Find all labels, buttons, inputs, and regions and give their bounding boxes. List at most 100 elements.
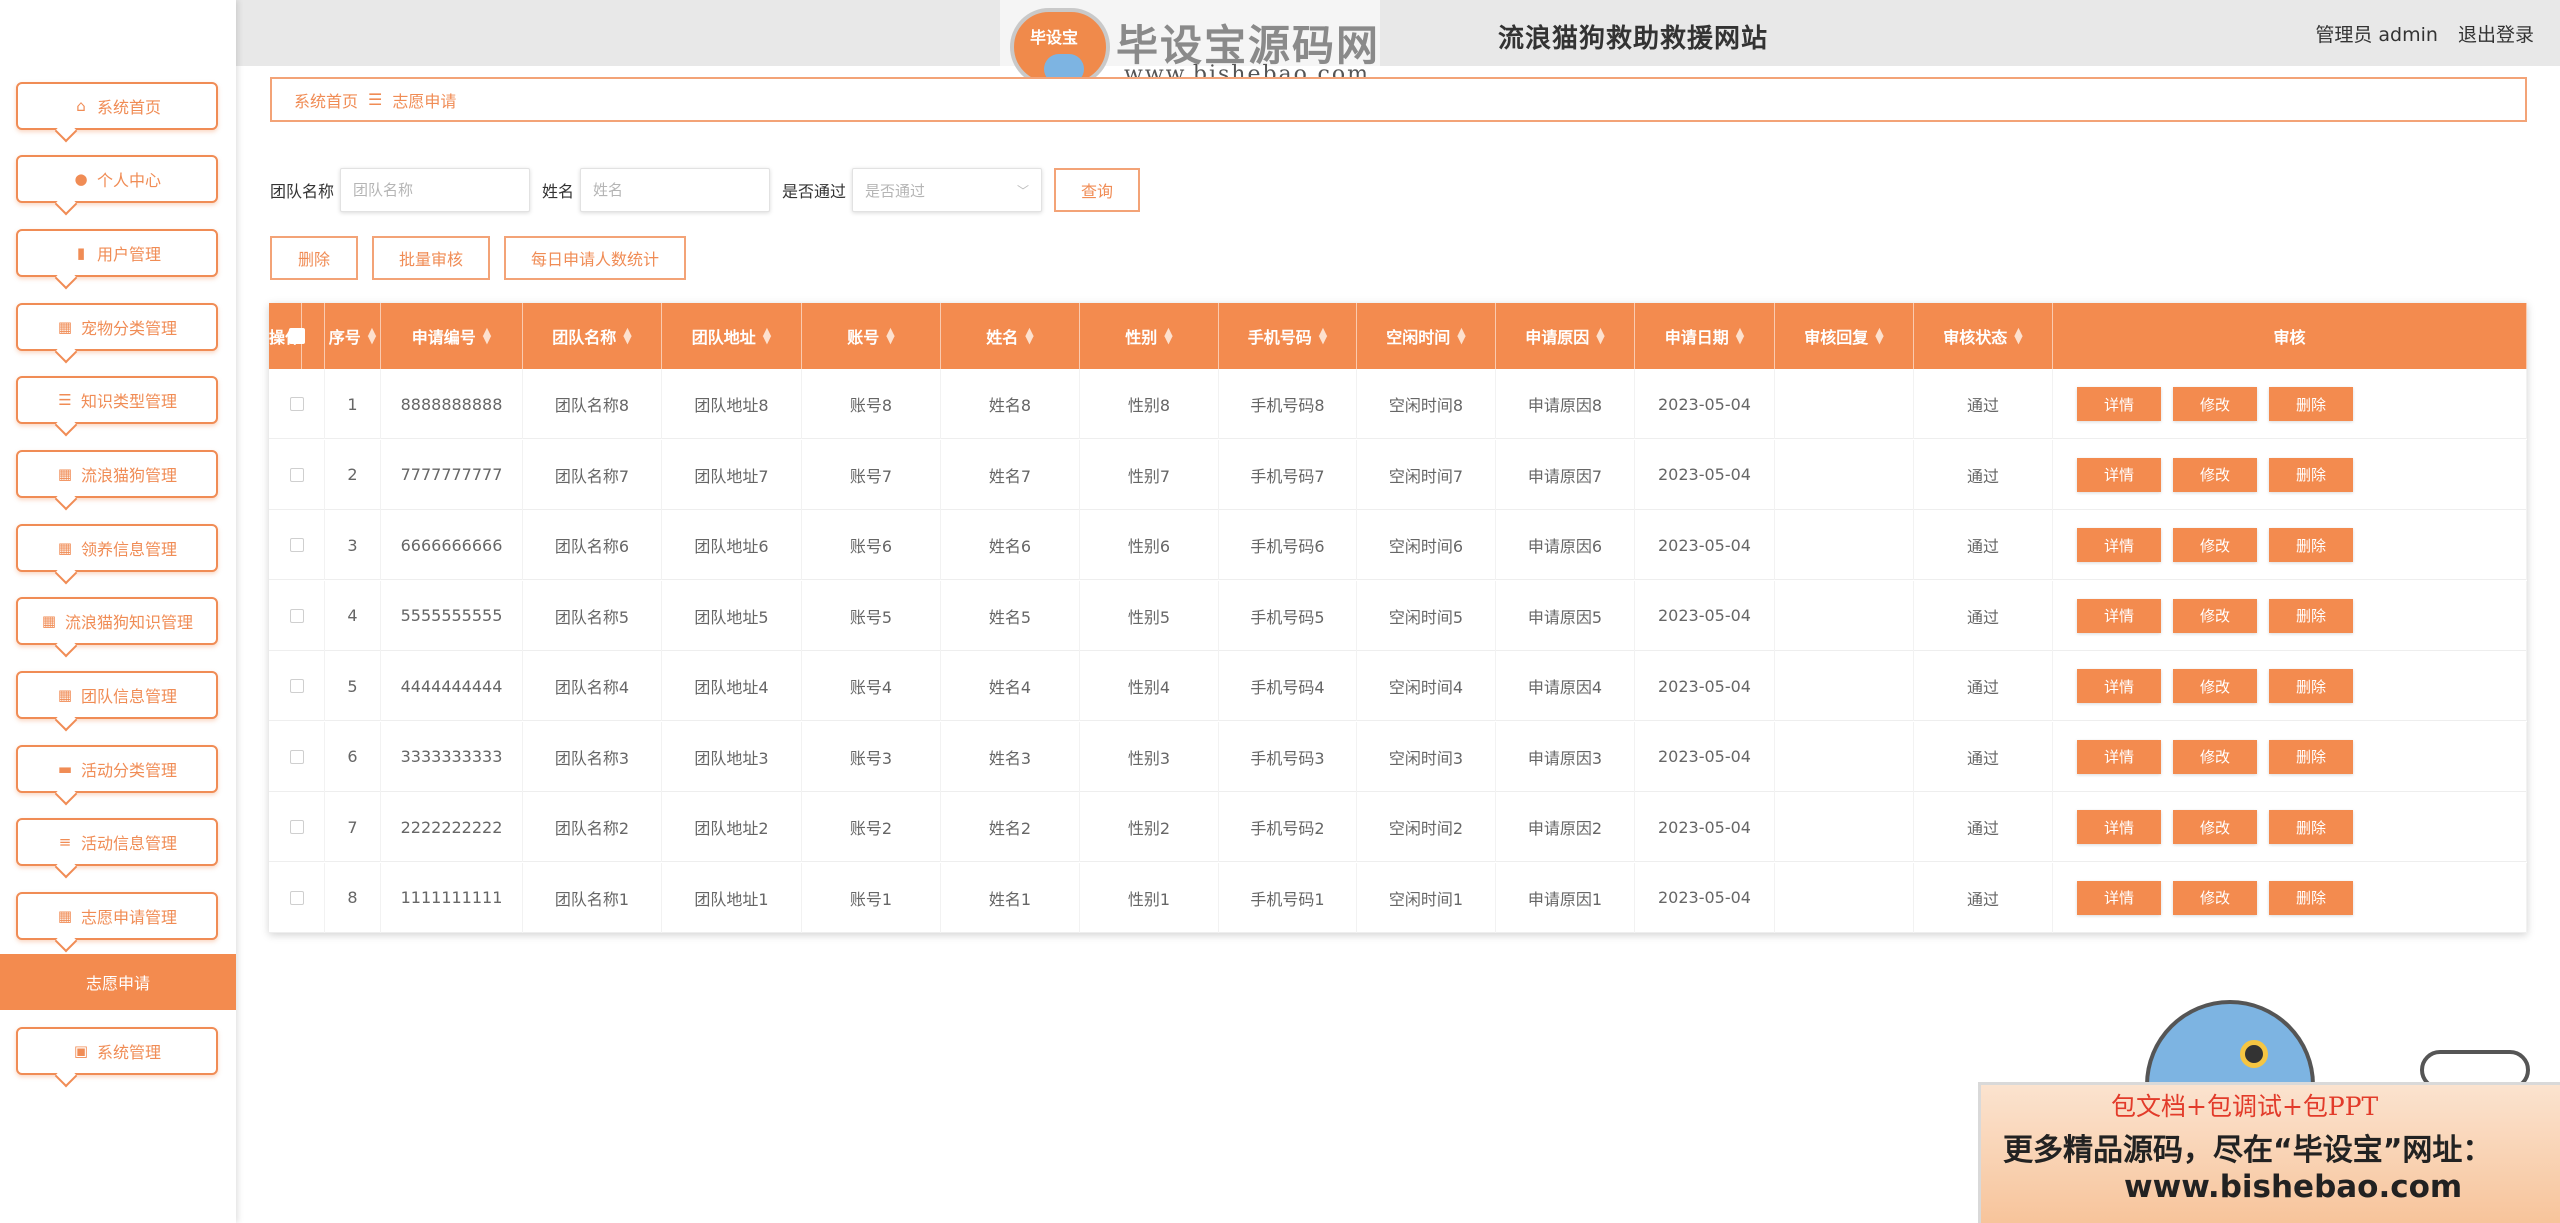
column-header[interactable]: 手机号码 ▲ ▼: [1219, 303, 1357, 369]
cell-team-address: 团队地址1: [662, 862, 802, 933]
row-select-cell[interactable]: [269, 651, 325, 721]
cell-phone-text: 手机号码4: [1250, 678, 1325, 697]
sidebar-item-11[interactable]: ▦ 志愿申请管理: [16, 892, 218, 940]
team-name-input[interactable]: [340, 168, 531, 212]
delete-button[interactable]: 删除: [270, 236, 358, 280]
edit-button[interactable]: 修改: [2173, 739, 2257, 774]
row-checkbox[interactable]: [289, 679, 304, 693]
row-select-cell[interactable]: [269, 862, 325, 933]
column-header[interactable]: 审核回复 ▲ ▼: [1775, 303, 1914, 369]
sidebar-item-2[interactable]: ▮ 用户管理: [16, 229, 218, 277]
sidebar-item-4[interactable]: ☰ 知识类型管理: [16, 376, 218, 424]
column-header[interactable]: 申请日期 ▲ ▼: [1635, 303, 1775, 369]
column-header[interactable]: 团队名称 ▲ ▼: [523, 303, 662, 369]
column-header[interactable]: 账号 ▲ ▼: [802, 303, 941, 369]
column-header[interactable]: 审核状态 ▲ ▼: [1914, 303, 2053, 369]
row-select-cell[interactable]: [269, 510, 325, 580]
detail-button[interactable]: 详情: [2077, 457, 2161, 492]
column-header[interactable]: 姓名 ▲ ▼: [941, 303, 1080, 369]
row-select-cell[interactable]: [269, 580, 325, 651]
row-select-cell[interactable]: [269, 369, 325, 439]
cell-reason-text: 申请原因5: [1527, 607, 1603, 627]
promo-banner[interactable]: 包文档+包调试+包PPT 更多精品源码，尽在“毕设宝”网址： www.bishe…: [1978, 1082, 2560, 1223]
row-select-cell[interactable]: [269, 439, 325, 510]
sidebar-item-10[interactable]: ≡ 活动信息管理: [16, 818, 218, 866]
edit-button[interactable]: 修改: [2173, 598, 2257, 633]
row-checkbox[interactable]: [289, 608, 304, 623]
sidebar-item-5[interactable]: ▦ 流浪猫狗管理: [16, 450, 218, 498]
breadcrumb-home[interactable]: 系统首页: [294, 88, 358, 112]
row-delete-button[interactable]: 删除: [2269, 880, 2353, 915]
cell-reply: [1775, 369, 1914, 439]
sidebar-item-0[interactable]: ⌂ 系统首页: [16, 82, 218, 130]
edit-button[interactable]: 修改: [2173, 528, 2257, 562]
sidebar-item-3[interactable]: ▦ 宠物分类管理: [16, 303, 218, 351]
daily-stats-button[interactable]: 每日申请人数统计: [504, 236, 686, 280]
sidebar-item-label: 宠物分类管理: [80, 319, 177, 338]
cell-index: 6: [325, 721, 381, 792]
sidebar-item-1[interactable]: ● 个人中心: [16, 155, 218, 203]
cell-team-address-text: 团队地址1: [694, 889, 769, 909]
sidebar-subitem-volunteer-apply[interactable]: 志愿申请: [0, 954, 236, 1010]
sort-icon: ▲ ▼: [367, 325, 377, 346]
detail-button[interactable]: 详情: [2077, 598, 2161, 633]
cell-account-text: 账号6: [849, 537, 893, 556]
column-header[interactable]: 申请原因 ▲ ▼: [1496, 303, 1635, 369]
row-checkbox[interactable]: [289, 538, 304, 552]
edit-button[interactable]: 修改: [2173, 810, 2257, 844]
detail-button[interactable]: 详情: [2077, 669, 2161, 703]
row-checkbox[interactable]: [289, 397, 304, 411]
sort-icon: ▲ ▼: [1596, 325, 1605, 346]
row-delete-button[interactable]: 删除: [2269, 810, 2353, 844]
name-input[interactable]: [580, 168, 771, 212]
cell-date-text: 2023-05-04: [1658, 465, 1751, 484]
row-checkbox[interactable]: [289, 820, 304, 834]
query-button[interactable]: 查询: [1054, 168, 1141, 212]
edit-button[interactable]: 修改: [2173, 457, 2257, 492]
sidebar-item-8[interactable]: ▦ 团队信息管理: [16, 671, 218, 719]
row-checkbox[interactable]: [289, 890, 304, 905]
row-checkbox[interactable]: [289, 467, 304, 482]
row-select-cell[interactable]: [269, 792, 325, 862]
sidebar-item-6[interactable]: ▦ 领养信息管理: [16, 524, 218, 572]
detail-button[interactable]: 详情: [2077, 880, 2161, 915]
row-delete-button[interactable]: 删除: [2269, 528, 2353, 562]
table-header: 序号 ▲ ▼ 申请编号 ▲ ▼ 团队名称 ▲ ▼ 团队地址 ▲ ▼ 账号 ▲ ▼ 姓名 ▲ ▼ 性别 ▲ ▼ 手机号码 ▲ ▼…: [269, 303, 2527, 369]
edit-button[interactable]: 修改: [2173, 880, 2257, 915]
cell-gender: 性别3: [1080, 721, 1219, 792]
column-header[interactable]: 空闲时间 ▲ ▼: [1357, 303, 1496, 369]
edit-button[interactable]: 修改: [2173, 669, 2257, 703]
batch-review-button[interactable]: 批量审核: [372, 236, 490, 280]
row-delete-button[interactable]: 删除: [2269, 598, 2353, 633]
logout-link[interactable]: 退出登录: [2458, 24, 2534, 46]
cell-date: 2023-05-04: [1635, 792, 1775, 862]
column-header[interactable]: 性别 ▲ ▼: [1080, 303, 1219, 369]
sidebar-item-system[interactable]: ▣ 系统管理: [16, 1027, 218, 1075]
cell-reason: 申请原因2: [1496, 792, 1635, 862]
column-header[interactable]: 团队地址 ▲ ▼: [662, 303, 802, 369]
table-row: 2 7777777777 团队名称7 团队地址7 账号7 姓名7 性别7 手机号码7 空闲时间7…: [269, 439, 2527, 510]
column-header[interactable]: 操作: [269, 303, 303, 369]
row-checkbox[interactable]: [289, 749, 304, 764]
row-delete-button[interactable]: 删除: [2269, 669, 2353, 703]
top-header: 流浪猫狗救助救援网站 管理员 admin 退出登录: [236, 0, 2560, 66]
sidebar-item-7[interactable]: ▦ 流浪猫狗知识管理: [16, 597, 218, 645]
cell-status: 通过: [1914, 439, 2053, 510]
cell-reason-text: 申请原因3: [1527, 748, 1603, 768]
row-select-cell[interactable]: [269, 721, 325, 792]
row-delete-button[interactable]: 删除: [2269, 387, 2353, 421]
column-header[interactable]: 序号 ▲ ▼: [325, 303, 381, 369]
row-delete-button[interactable]: 删除: [2269, 457, 2353, 492]
sidebar-item-9[interactable]: ▬ 活动分类管理: [16, 745, 218, 793]
edit-button[interactable]: 修改: [2173, 387, 2257, 421]
column-header[interactable]: 审核: [2053, 303, 2527, 369]
pass-select[interactable]: 是否通过 ﹀: [852, 168, 1043, 212]
column-header[interactable]: 申请编号 ▲ ▼: [381, 303, 523, 369]
detail-button[interactable]: 详情: [2077, 387, 2161, 421]
detail-button[interactable]: 详情: [2077, 528, 2161, 562]
row-delete-button[interactable]: 删除: [2269, 739, 2353, 774]
cell-application-code-text: 1111111111: [400, 888, 503, 907]
detail-button[interactable]: 详情: [2077, 810, 2161, 844]
cell-index: 2: [325, 439, 381, 510]
detail-button[interactable]: 详情: [2077, 739, 2161, 774]
